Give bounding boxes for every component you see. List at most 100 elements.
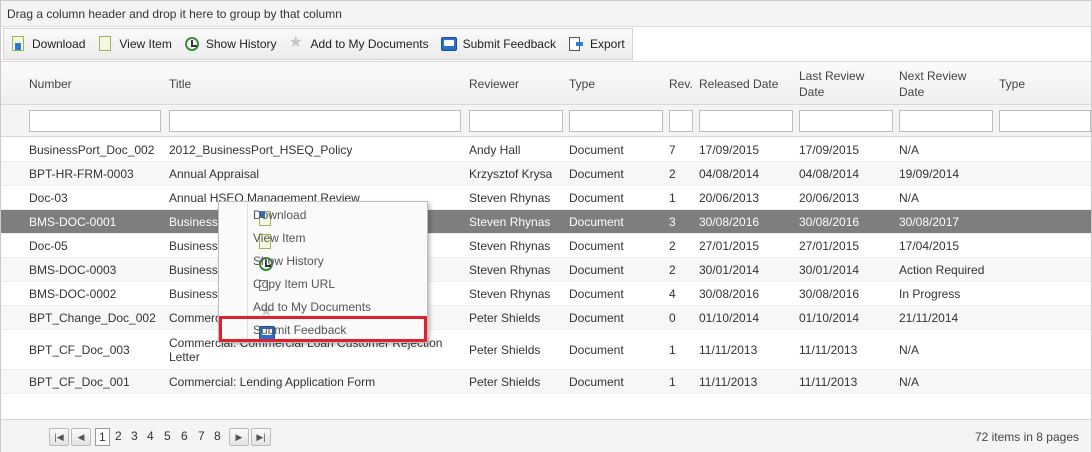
download-button[interactable]: Download <box>10 36 85 52</box>
view-item-button[interactable]: View Item <box>97 36 172 52</box>
cell-number: BMS-DOC-0002 <box>29 286 117 301</box>
filter-rev-input[interactable] <box>669 110 693 132</box>
column-header-type-2[interactable]: Type <box>999 62 1079 106</box>
document-grid-window: Drag a column header and drop it here to… <box>0 0 1092 452</box>
cell-reviewer: Steven Rhynas <box>469 214 551 229</box>
cell-released-date: 30/01/2014 <box>699 262 760 277</box>
cell-type: Document <box>569 238 624 253</box>
table-row[interactable]: Doc-05 Business Steven Rhynas Document 2… <box>1 234 1091 258</box>
cell-last-review-date: 27/01/2015 <box>799 238 860 253</box>
cell-type: Document <box>569 214 624 229</box>
column-header-last-review-date[interactable]: Last Review Date <box>799 62 889 106</box>
table-row[interactable]: BPT-HR-FRM-0003 Annual Appraisal Krzyszt… <box>1 162 1091 186</box>
page-3-link[interactable]: 3 <box>131 429 138 443</box>
column-header-reviewer[interactable]: Reviewer <box>469 62 559 106</box>
cell-number: BPT_CF_Doc_003 <box>29 342 130 357</box>
show-history-button[interactable]: Show History <box>184 36 277 52</box>
context-copy-item-url-item[interactable]: Copy Item URL <box>221 273 425 295</box>
context-add-to-my-documents-item[interactable]: ★ Add to My Documents <box>221 296 425 320</box>
cell-title: Business <box>169 286 218 301</box>
cell-released-date: 20/06/2013 <box>699 190 760 205</box>
filter-type-2-input[interactable] <box>999 110 1091 132</box>
export-label: Export <box>589 37 625 51</box>
cell-type: Document <box>569 190 624 205</box>
filter-number-input[interactable] <box>29 110 161 132</box>
column-header-number[interactable]: Number <box>29 62 159 106</box>
cell-last-review-date: 11/11/2013 <box>799 342 858 357</box>
cell-last-review-date: 11/11/2013 <box>799 374 858 389</box>
history-icon <box>184 36 200 52</box>
submit-feedback-button[interactable]: Submit Feedback <box>440 36 556 52</box>
context-copy-item-url-label: Copy Item URL <box>253 277 336 291</box>
cell-last-review-date: 04/08/2014 <box>799 166 860 181</box>
add-to-my-documents-button[interactable]: ★ Add to My Documents <box>289 34 429 52</box>
submit-feedback-highlight-box <box>219 316 427 342</box>
cell-title: Business <box>169 214 218 229</box>
feedback-icon <box>440 36 457 52</box>
show-history-label: Show History <box>205 37 277 51</box>
pager-info: 72 items in 8 pages <box>974 430 1079 444</box>
context-add-to-my-documents-label: Add to My Documents <box>253 300 372 314</box>
context-download-item[interactable]: Download <box>221 204 425 226</box>
table-row[interactable]: BPT_CF_Doc_003 Commercial: Commercial Lo… <box>1 330 1091 370</box>
cell-title: Commercial: Lending Application Form <box>169 374 376 389</box>
table-row[interactable]: Doc-03 Annual HSEQ Management Review Ste… <box>1 186 1091 210</box>
last-page-button[interactable]: ▶| <box>251 428 271 446</box>
column-header-released-date[interactable]: Released Date <box>699 62 791 106</box>
filter-type-input[interactable] <box>569 110 663 132</box>
cell-released-date: 17/09/2015 <box>699 142 760 157</box>
download-icon <box>10 36 26 52</box>
filter-reviewer-input[interactable] <box>469 110 563 132</box>
column-header-rev[interactable]: Rev. <box>669 62 695 106</box>
table-row[interactable]: BPT_CF_Doc_001 Commercial: Lending Appli… <box>1 370 1091 394</box>
cell-rev: 2 <box>669 166 676 181</box>
cell-type: Document <box>569 286 624 301</box>
context-view-item-item[interactable]: View Item <box>221 227 425 249</box>
cell-type: Document <box>569 262 624 277</box>
copy-icon <box>227 276 268 292</box>
page-4-link[interactable]: 4 <box>147 429 154 443</box>
column-header-title[interactable]: Title <box>169 62 459 106</box>
table-row[interactable]: BMS-DOC-0003 Business Steven Rhynas Docu… <box>1 258 1091 282</box>
column-header-type[interactable]: Type <box>569 62 659 106</box>
cell-released-date: 01/10/2014 <box>699 310 760 325</box>
page-5-link[interactable]: 5 <box>164 429 171 443</box>
filter-next-review-date-input[interactable] <box>899 110 993 132</box>
table-row-selected[interactable]: BMS-DOC-0001 Business Steven Rhynas Docu… <box>1 210 1091 234</box>
table-row[interactable]: BusinessPort_Doc_002 2012_BusinessPort_H… <box>1 138 1091 162</box>
page-2-link[interactable]: 2 <box>115 429 122 443</box>
table-row[interactable]: BMS-DOC-0002 Business Steven Rhynas Docu… <box>1 282 1091 306</box>
filter-released-date-input[interactable] <box>699 110 793 132</box>
page-6-link[interactable]: 6 <box>181 429 188 443</box>
cell-released-date: 04/08/2014 <box>699 166 760 181</box>
group-by-drop-area[interactable]: Drag a column header and drop it here to… <box>1 1 1091 27</box>
cell-number: BusinessPort_Doc_002 <box>29 142 155 157</box>
filter-last-review-date-input[interactable] <box>799 110 893 132</box>
previous-page-button[interactable]: ◀ <box>71 428 91 446</box>
cell-number: Doc-03 <box>29 190 68 205</box>
cell-number: BPT_CF_Doc_001 <box>29 374 130 389</box>
cell-next-review-date: N/A <box>899 342 920 357</box>
next-page-icon: ▶ <box>235 431 243 442</box>
cell-reviewer: Krzysztof Krysa <box>469 166 553 181</box>
cell-type: Document <box>569 374 624 389</box>
next-page-button[interactable]: ▶ <box>229 428 249 446</box>
cell-type: Document <box>569 142 624 157</box>
cell-type: Document <box>569 166 624 181</box>
page-7-link[interactable]: 7 <box>198 429 205 443</box>
context-show-history-item[interactable]: Show History <box>221 250 425 272</box>
cell-next-review-date: Action Required <box>899 262 985 277</box>
cell-rev: 2 <box>669 238 676 253</box>
cell-next-review-date: N/A <box>899 142 920 157</box>
export-button[interactable]: Export <box>568 36 625 52</box>
page-8-link[interactable]: 8 <box>214 429 221 443</box>
cell-reviewer: Peter Shields <box>469 310 541 325</box>
page-1-link[interactable]: 1 <box>95 428 110 446</box>
first-page-button[interactable]: |◀ <box>49 428 69 446</box>
column-header-next-review-date[interactable]: Next Review Date <box>899 62 989 106</box>
filter-title-input[interactable] <box>169 110 461 132</box>
cell-next-review-date: In Progress <box>899 286 961 301</box>
cell-rev: 2 <box>669 262 676 277</box>
cell-next-review-date: N/A <box>899 190 920 205</box>
table-row[interactable]: BPT_Change_Doc_002 Commerc Peter Shields… <box>1 306 1091 330</box>
